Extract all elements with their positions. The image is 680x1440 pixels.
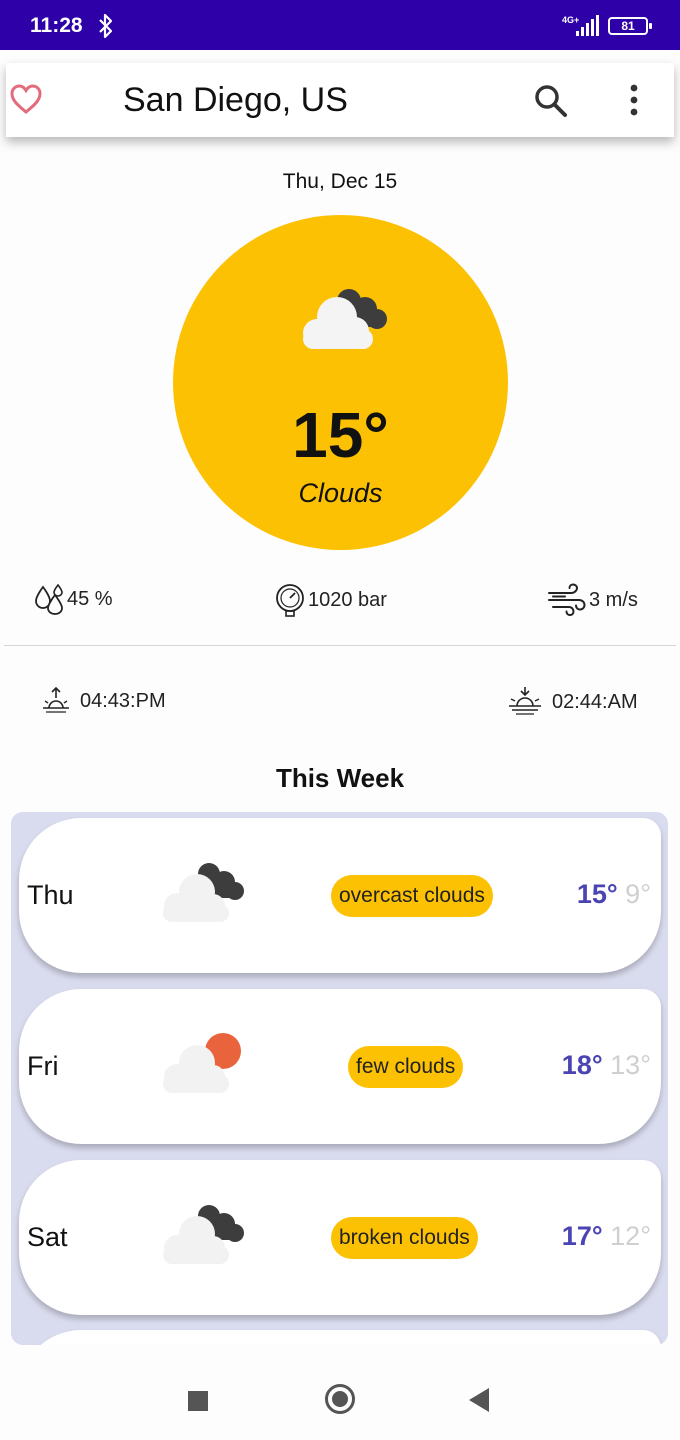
forecast-temps: 17° 12° xyxy=(562,1221,651,1252)
forecast-card-sat[interactable]: Sat broken clouds 17° 12° xyxy=(19,1160,661,1315)
bluetooth-icon xyxy=(99,13,113,39)
sunset-icon xyxy=(509,687,541,715)
sunrise-info: 04:43:PM xyxy=(42,686,166,716)
sun-cloud-icon xyxy=(163,1033,241,1093)
sunset-info: 02:44:AM xyxy=(508,686,638,718)
sunrise-time: 04:43:PM xyxy=(80,689,166,712)
forecast-high: 17° xyxy=(561,1221,603,1251)
humidity-stat: 45 % xyxy=(33,583,113,615)
current-condition: Clouds xyxy=(298,478,383,508)
wind-stat: 3 m/s xyxy=(547,583,638,617)
forecast-card-thu[interactable]: Thu overcast clouds 15° 9° xyxy=(19,818,661,973)
forecast-day: Sat xyxy=(27,1222,68,1252)
forecast-description: overcast clouds xyxy=(331,875,493,917)
battery-icon: 81 xyxy=(608,17,652,35)
dark-cloud-icon xyxy=(163,863,244,922)
sunrise-icon xyxy=(43,686,69,713)
city-title: San Diego, US xyxy=(123,81,348,119)
humidity-value: 45 % xyxy=(67,587,113,610)
pressure-value: 1020 bar xyxy=(308,588,387,611)
forecast-description: few clouds xyxy=(348,1046,464,1088)
status-time: 11:28 xyxy=(30,14,83,37)
current-date: Thu, Dec 15 xyxy=(282,170,398,193)
heart-outline-icon[interactable] xyxy=(9,83,43,115)
divider xyxy=(4,645,676,646)
forecast-temps: 18° 13° xyxy=(562,1050,651,1081)
forecast-day: Fri xyxy=(27,1051,59,1081)
current-temperature: 15° xyxy=(292,399,389,471)
recents-square-icon[interactable] xyxy=(188,1391,208,1411)
more-vert-icon[interactable] xyxy=(621,83,647,117)
week-forecast-list[interactable]: Thu overcast clouds 15° 9° Fri few cloud… xyxy=(11,812,668,1345)
forecast-description: broken clouds xyxy=(331,1217,478,1259)
app-bar: San Diego, US xyxy=(6,63,674,137)
pressure-stat: 1020 bar xyxy=(274,583,387,617)
forecast-card-fri[interactable]: Fri few clouds 18° 13° xyxy=(19,989,661,1144)
forecast-high: 15° xyxy=(576,879,618,909)
forecast-low: 13° xyxy=(610,1050,651,1080)
back-triangle-icon[interactable] xyxy=(469,1388,489,1412)
humidity-icon xyxy=(35,583,63,615)
pressure-gauge-icon xyxy=(276,584,304,617)
cloud-icon xyxy=(303,289,387,349)
forecast-high: 18° xyxy=(561,1050,603,1080)
forecast-temps: 15° 9° xyxy=(577,879,651,910)
forecast-low: 12° xyxy=(610,1221,651,1251)
forecast-day: Thu xyxy=(27,880,74,910)
sunset-time: 02:44:AM xyxy=(552,690,638,713)
dark-cloud-icon xyxy=(163,1205,244,1264)
home-circle-icon[interactable] xyxy=(325,1384,355,1414)
current-weather-circle: 15° Clouds xyxy=(173,215,508,550)
week-title: This Week xyxy=(275,763,405,793)
signal-icon: 4G+ xyxy=(562,15,599,36)
wind-icon xyxy=(548,583,586,617)
wind-value: 3 m/s xyxy=(589,588,638,611)
system-nav-bar xyxy=(0,1358,680,1440)
forecast-low: 9° xyxy=(625,879,651,909)
battery-level: 81 xyxy=(621,19,635,33)
forecast-card-partial[interactable] xyxy=(19,1330,661,1345)
network-type-label: 4G+ xyxy=(562,15,579,25)
status-bar: 11:28 4G+ 81 xyxy=(0,0,680,50)
search-icon[interactable] xyxy=(533,83,569,119)
